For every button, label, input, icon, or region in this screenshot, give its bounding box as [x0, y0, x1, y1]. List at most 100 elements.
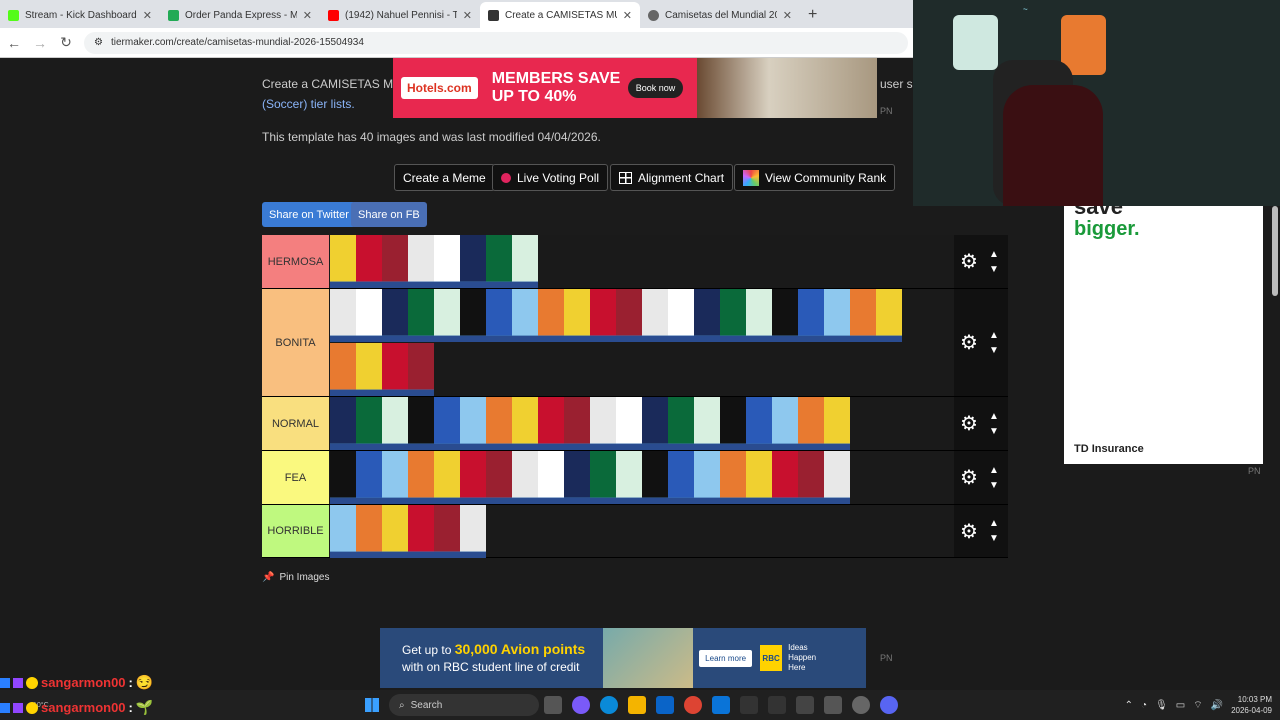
tab-panda-express[interactable]: Order Panda Express - Menu & ✕ — [160, 2, 320, 28]
ad-cta-button[interactable]: Learn more — [699, 649, 753, 667]
jersey-thumbnail[interactable] — [460, 505, 486, 558]
tab-kick-dashboard[interactable]: Stream - Kick Dashboard ✕ — [0, 2, 160, 28]
jersey-thumbnail[interactable] — [486, 451, 512, 504]
jersey-thumbnail[interactable] — [512, 235, 538, 288]
create-meme-button[interactable]: Create a Meme — [394, 164, 495, 191]
clock[interactable]: 10:03 PM 2026-04-09 — [1231, 694, 1272, 716]
jersey-thumbnail[interactable] — [564, 397, 590, 450]
close-tab-icon[interactable]: ✕ — [623, 9, 632, 22]
jersey-thumbnail[interactable] — [746, 289, 772, 342]
jersey-thumbnail[interactable] — [668, 397, 694, 450]
jersey-thumbnail[interactable] — [382, 289, 408, 342]
back-arrow-icon[interactable]: ← — [6, 35, 22, 51]
jersey-thumbnail[interactable] — [824, 451, 850, 504]
pin-images-toggle[interactable]: 📌 Pin Images — [262, 572, 329, 583]
jersey-thumbnail[interactable] — [616, 451, 642, 504]
jersey-thumbnail[interactable] — [772, 397, 798, 450]
jersey-thumbnail[interactable] — [538, 451, 564, 504]
tier-label[interactable]: BONITA — [262, 289, 329, 396]
ad-banner-bottom[interactable]: Get up to 30,000 Avion points with on RB… — [380, 628, 866, 688]
move-down-icon[interactable]: ▼ — [984, 345, 1004, 356]
site-info-icon[interactable]: ⚙ — [94, 37, 103, 48]
settings-gear-icon[interactable]: ⚙ — [954, 519, 984, 544]
jersey-thumbnail[interactable] — [538, 397, 564, 450]
share-facebook-button[interactable]: Share on FB — [351, 202, 427, 227]
jersey-thumbnail[interactable] — [590, 289, 616, 342]
jersey-thumbnail[interactable] — [460, 451, 486, 504]
jersey-thumbnail[interactable] — [330, 343, 356, 396]
wifi-icon[interactable]: ⌔ — [1193, 699, 1202, 712]
windows-start-icon[interactable] — [365, 698, 379, 712]
jersey-thumbnail[interactable] — [356, 505, 382, 558]
jersey-thumbnail[interactable] — [460, 235, 486, 288]
tier-lists-link[interactable]: (Soccer) tier lists. — [262, 97, 355, 111]
ad-banner-right[interactable]: save bigger. TD Insurance — [1064, 194, 1263, 464]
jersey-thumbnail[interactable] — [356, 343, 382, 396]
chevron-up-icon[interactable]: ⌃ — [1125, 700, 1133, 711]
jersey-thumbnail[interactable] — [408, 343, 434, 396]
jersey-thumbnail[interactable] — [616, 289, 642, 342]
alignment-chart-button[interactable]: Alignment Chart — [610, 164, 734, 191]
jersey-thumbnail[interactable] — [408, 397, 434, 450]
jersey-thumbnail[interactable] — [798, 451, 824, 504]
tier-label[interactable]: NORMAL — [262, 397, 329, 450]
jersey-thumbnail[interactable] — [512, 451, 538, 504]
jersey-thumbnail[interactable] — [642, 451, 668, 504]
settings-gear-icon[interactable]: ⚙ — [954, 465, 984, 490]
jersey-thumbnail[interactable] — [538, 289, 564, 342]
mic-icon[interactable]: 🎙 — [1155, 700, 1168, 711]
move-up-icon[interactable]: ▲ — [984, 411, 1004, 422]
jersey-thumbnail[interactable] — [590, 397, 616, 450]
jersey-thumbnail[interactable] — [746, 451, 772, 504]
move-up-icon[interactable]: ▲ — [984, 465, 1004, 476]
notepad-icon[interactable] — [824, 696, 842, 714]
jersey-thumbnail[interactable] — [460, 289, 486, 342]
move-down-icon[interactable]: ▼ — [984, 264, 1004, 275]
jersey-thumbnail[interactable] — [330, 505, 356, 558]
move-up-icon[interactable]: ▲ — [984, 249, 1004, 260]
jersey-thumbnail[interactable] — [434, 451, 460, 504]
move-up-icon[interactable]: ▲ — [984, 518, 1004, 529]
jersey-thumbnail[interactable] — [694, 289, 720, 342]
jersey-thumbnail[interactable] — [798, 289, 824, 342]
tab-tiermaker-create[interactable]: Create a CAMISETAS MUNDIAL ✕ — [480, 2, 640, 28]
jersey-thumbnail[interactable] — [772, 289, 798, 342]
jersey-thumbnail[interactable] — [720, 289, 746, 342]
file-explorer-icon[interactable] — [628, 696, 646, 714]
close-tab-icon[interactable]: ✕ — [143, 9, 152, 22]
jersey-thumbnail[interactable] — [876, 289, 902, 342]
move-down-icon[interactable]: ▼ — [984, 480, 1004, 491]
jersey-thumbnail[interactable] — [356, 451, 382, 504]
view-community-rank-button[interactable]: View Community Rank — [734, 164, 896, 191]
jersey-thumbnail[interactable] — [408, 451, 434, 504]
jersey-thumbnail[interactable] — [772, 451, 798, 504]
ad-banner-top[interactable]: Hotels.com MEMBERS SAVE UP TO 40% Book n… — [393, 58, 877, 118]
jersey-thumbnail[interactable] — [434, 505, 460, 558]
settings-gear-icon[interactable]: ⚙ — [954, 411, 984, 436]
tab-camisetas[interactable]: Camisetas del Mundial 2026 - ✕ — [640, 2, 800, 28]
jersey-thumbnail[interactable] — [486, 289, 512, 342]
obs-icon[interactable] — [852, 696, 870, 714]
live-voting-poll-button[interactable]: Live Voting Poll — [492, 164, 609, 191]
jersey-thumbnail[interactable] — [434, 235, 460, 288]
network-icon[interactable]: ◔ — [1141, 700, 1147, 711]
ad-cta-button[interactable]: Book now — [627, 78, 684, 98]
jersey-thumbnail[interactable] — [694, 397, 720, 450]
settings-gear-icon[interactable]: ⚙ — [954, 249, 984, 274]
store-icon[interactable] — [712, 696, 730, 714]
settings-gear-icon[interactable]: ⚙ — [954, 330, 984, 355]
jersey-thumbnail[interactable] — [408, 289, 434, 342]
close-tab-icon[interactable]: ✕ — [303, 9, 312, 22]
jersey-thumbnail[interactable] — [434, 289, 460, 342]
jersey-thumbnail[interactable] — [382, 505, 408, 558]
jersey-thumbnail[interactable] — [382, 451, 408, 504]
jersey-thumbnail[interactable] — [356, 397, 382, 450]
reload-icon[interactable]: ↻ — [58, 34, 74, 51]
jersey-thumbnail[interactable] — [616, 397, 642, 450]
move-up-icon[interactable]: ▲ — [984, 330, 1004, 341]
volume-icon[interactable]: 🔊 — [1211, 700, 1223, 711]
jersey-thumbnail[interactable] — [590, 451, 616, 504]
jersey-thumbnail[interactable] — [694, 451, 720, 504]
jersey-thumbnail[interactable] — [798, 397, 824, 450]
jersey-thumbnail[interactable] — [356, 289, 382, 342]
